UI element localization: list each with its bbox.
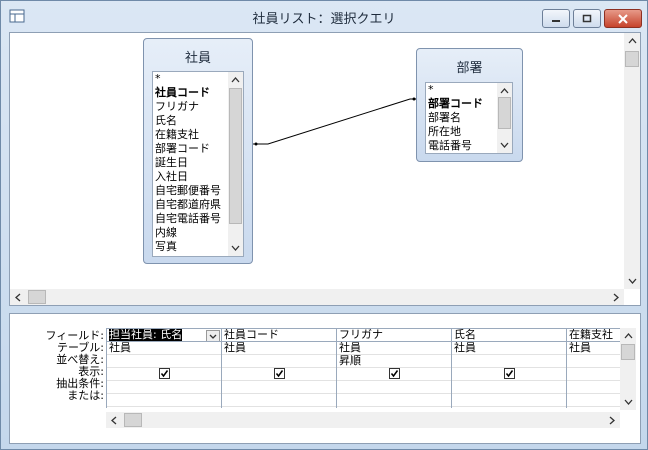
grid-column[interactable]: 社員コード 社員 — [222, 329, 337, 408]
scroll-up-icon[interactable] — [228, 72, 243, 88]
scroll-down-icon[interactable] — [620, 394, 636, 410]
scroll-thumb[interactable] — [498, 97, 511, 129]
grid-criteria-cell[interactable] — [452, 381, 566, 394]
scroll-up-icon[interactable] — [620, 328, 636, 344]
field-list[interactable]: * 社員コード フリガナ 氏名 在籍支社 部署コード 誕生日 入社日 自宅郵便番号 自宅都道府県自… — [152, 71, 244, 257]
grid-or-cell[interactable] — [452, 394, 566, 407]
grid-or-cell[interactable] — [567, 394, 620, 407]
scroll-thumb[interactable] — [625, 51, 639, 67]
design-grid[interactable]: 担当社員: 氏名 社員 社員コード 社員 フリガナ 社員 昇順 氏名 社員 在籍支社 社員 — [106, 328, 620, 408]
grid-show-cell[interactable] — [567, 368, 620, 381]
grid-sort-cell[interactable] — [452, 355, 566, 368]
field-list[interactable]: * 部署コード 部署名 所在地 電話番号 — [425, 82, 513, 154]
grid-or-cell[interactable] — [337, 394, 451, 407]
close-button[interactable] — [604, 9, 642, 28]
grid-hscroll[interactable] — [106, 412, 620, 428]
table-shain[interactable]: 社員 * 社員コード フリガナ 氏名 在籍支社 部署コード 誕生日 入社日 自宅郵便番号 自宅都道… — [143, 38, 253, 264]
maximize-button[interactable] — [573, 9, 601, 28]
table-title: 社員 — [184, 51, 211, 66]
field-list-scrollbar[interactable] — [228, 72, 243, 256]
grid-show-cell[interactable] — [337, 368, 451, 381]
grid-vscroll[interactable] — [620, 328, 636, 410]
grid-field-cell[interactable]: 氏名 — [452, 329, 566, 342]
title-bar[interactable]: 社員リスト：選択クエリ — [1, 1, 647, 31]
grid-or-cell[interactable] — [222, 394, 336, 407]
grid-show-cell[interactable] — [222, 368, 336, 381]
minimize-icon — [552, 19, 560, 22]
grid-show-cell[interactable] — [452, 368, 566, 381]
grid-row-label: または: — [67, 389, 104, 402]
scroll-up-icon[interactable] — [624, 33, 640, 49]
grid-criteria-cell[interactable] — [337, 381, 451, 394]
grid-field-value: 在籍支社 — [569, 329, 613, 341]
row-labels: フィールド: テーブル: 並べ替え: 表示: 抽出条件: または: — [10, 330, 106, 402]
grid-criteria-cell[interactable] — [222, 381, 336, 394]
grid-table-cell[interactable]: 社員 — [107, 342, 221, 355]
scroll-thumb[interactable] — [28, 290, 46, 304]
close-icon — [618, 13, 628, 24]
grid-sort-cell[interactable] — [567, 355, 620, 368]
grid-column[interactable]: フリガナ 社員 昇順 — [337, 329, 452, 408]
scroll-thumb[interactable] — [621, 344, 635, 360]
grid-sort-cell[interactable] — [107, 355, 221, 368]
grid-table-cell[interactable]: 社員 — [567, 342, 620, 355]
minimize-button[interactable] — [542, 9, 570, 28]
scroll-right-icon[interactable] — [608, 289, 624, 305]
grid-field-cell[interactable]: 在籍支社 — [567, 329, 620, 342]
scroll-down-icon[interactable] — [497, 137, 512, 153]
scroll-thumb[interactable] — [124, 413, 142, 427]
table-pane[interactable]: 社員 * 社員コード フリガナ 氏名 在籍支社 部署コード 誕生日 入社日 自宅郵便番号 自宅都道… — [9, 32, 641, 306]
design-grid-pane[interactable]: フィールド: テーブル: 並べ替え: 表示: 抽出条件: または: 担当社員: 氏名 社員社… — [9, 313, 641, 444]
scroll-left-icon[interactable] — [106, 412, 122, 428]
grid-field-value: 氏名 — [454, 329, 476, 341]
grid-column[interactable]: 担当社員: 氏名 社員 — [107, 329, 222, 408]
grid-field-value: 社員コード — [224, 329, 279, 341]
query-window: 社員リスト：選択クエリ 社員 * 社員コード フリガナ 氏名 在籍支社 部署コード 誕生日入… — [0, 0, 648, 450]
grid-field-cell[interactable]: 社員コード — [222, 329, 336, 342]
grid-field-cell[interactable]: フリガナ — [337, 329, 451, 342]
grid-criteria-cell[interactable] — [567, 381, 620, 394]
grid-field-value: フリガナ — [339, 329, 383, 341]
scroll-thumb[interactable] — [229, 88, 242, 224]
grid-table-cell[interactable]: 社員 — [452, 342, 566, 355]
checkbox-icon[interactable] — [504, 368, 515, 379]
scroll-down-icon[interactable] — [624, 273, 640, 289]
table-pane-vscroll[interactable] — [624, 33, 640, 289]
grid-sort-cell[interactable]: 昇順 — [337, 355, 451, 368]
table-title: 部署 — [456, 61, 483, 76]
grid-column[interactable]: 在籍支社 社員 — [567, 329, 620, 408]
grid-table-cell[interactable]: 社員 — [337, 342, 451, 355]
grid-sort-cell[interactable] — [222, 355, 336, 368]
grid-column[interactable]: 氏名 社員 — [452, 329, 567, 408]
field-list-scrollbar[interactable] — [497, 83, 512, 153]
grid-field-value: 担当社員: 氏名 — [109, 329, 183, 341]
relationship-line — [252, 97, 416, 146]
grid-table-cell[interactable]: 社員 — [222, 342, 336, 355]
checkbox-icon[interactable] — [389, 368, 400, 379]
grid-field-cell[interactable]: 担当社員: 氏名 — [107, 329, 221, 342]
grid-or-cell[interactable] — [107, 394, 221, 407]
checkbox-icon[interactable] — [159, 368, 170, 379]
scroll-down-icon[interactable] — [228, 240, 243, 256]
table-busho[interactable]: 部署 * 部署コード 部署名 所在地 電話番号 — [416, 48, 523, 162]
maximize-icon — [582, 14, 592, 23]
scroll-right-icon[interactable] — [604, 412, 620, 428]
grid-show-cell[interactable] — [107, 368, 221, 381]
grid-criteria-cell[interactable] — [107, 381, 221, 394]
scroll-left-icon[interactable] — [10, 289, 26, 305]
table-pane-hscroll[interactable] — [10, 289, 624, 305]
dropdown-icon[interactable] — [206, 330, 220, 341]
checkbox-icon[interactable] — [274, 368, 285, 379]
